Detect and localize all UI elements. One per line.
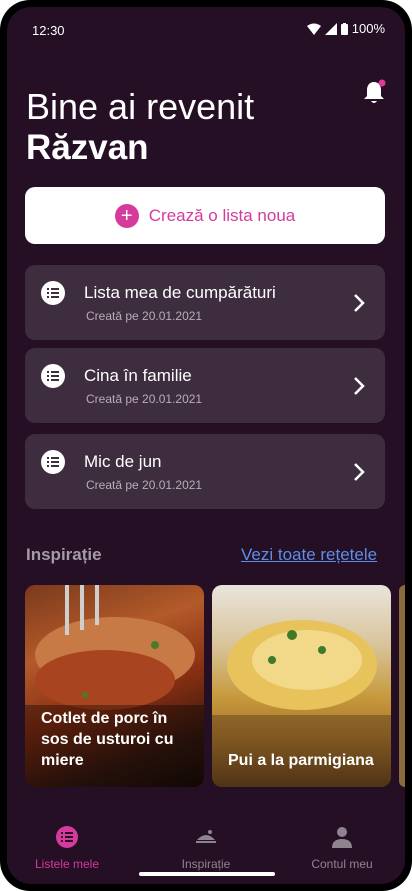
- recipe-title: Pui a la parmigiana: [228, 752, 374, 769]
- list-date: Creată pe 20.01.2021: [86, 392, 203, 406]
- recipe-card[interactable]: Cotlet de porc în sos de usturoi cu mier…: [25, 585, 204, 787]
- signal-icon: [324, 22, 337, 35]
- chevron-right-icon: [354, 294, 365, 312]
- nav-label: Listele mele: [34, 857, 100, 871]
- recipe-title: Cotlet de porc în sos de usturoi cu mier…: [41, 710, 174, 769]
- status-bar: 12:30 100%: [7, 7, 405, 47]
- list-title: Cina în familie: [84, 366, 192, 385]
- list-icon: [41, 450, 65, 474]
- create-list-button[interactable]: + Crează o lista noua: [25, 187, 385, 244]
- nav-item-my-lists[interactable]: Listele mele: [7, 826, 127, 871]
- app-screen: 12:30 100% Bine ai revenit Răzvan + Crea…: [7, 7, 405, 884]
- home-indicator[interactable]: [139, 872, 275, 876]
- list-card[interactable]: Mic de jun Creată pe 20.01.2021: [25, 434, 385, 509]
- status-icons: 100%: [306, 21, 385, 36]
- list-icon: [41, 364, 65, 388]
- nav-label: Inspirație: [181, 857, 231, 871]
- see-all-recipes-link[interactable]: Vezi toate rețetele: [241, 545, 377, 565]
- status-time: 12:30: [32, 23, 65, 38]
- list-card[interactable]: Lista mea de cumpărături Creată pe 20.01…: [25, 265, 385, 340]
- battery-percent: 100%: [351, 21, 385, 36]
- recipe-card-peek: [399, 585, 405, 787]
- user-name: Răzvan: [26, 128, 149, 167]
- nav-item-my-account[interactable]: Contul meu: [282, 826, 402, 871]
- inspiration-heading: Inspirație: [26, 545, 102, 564]
- chevron-right-icon: [354, 377, 365, 395]
- recipe-card[interactable]: Pui a la parmigiana: [212, 585, 391, 787]
- list-title: Mic de jun: [84, 452, 162, 471]
- wifi-icon: [306, 23, 321, 35]
- list-icon: [56, 826, 78, 848]
- list-title: Lista mea de cumpărături: [84, 283, 276, 302]
- food-icon: [196, 830, 216, 843]
- create-list-label: Crează o lista noua: [148, 205, 296, 225]
- chevron-right-icon: [354, 463, 365, 481]
- list-card[interactable]: Cina în familie Creată pe 20.01.2021: [25, 348, 385, 423]
- greeting-text: Bine ai revenit: [26, 86, 255, 127]
- list-date: Creată pe 20.01.2021: [86, 309, 203, 323]
- phone-frame: 12:30 100% Bine ai revenit Răzvan + Crea…: [0, 0, 412, 891]
- list-icon: [41, 281, 65, 305]
- user-icon: [332, 827, 352, 848]
- bottom-navigation: Listele mele Inspirație Contul meu: [7, 804, 405, 884]
- nav-label: Contul meu: [311, 857, 373, 871]
- plus-icon: +: [114, 203, 139, 228]
- nav-item-inspiration[interactable]: Inspirație: [146, 826, 266, 871]
- notification-bell-icon[interactable]: [362, 79, 386, 105]
- list-date: Creată pe 20.01.2021: [86, 478, 203, 492]
- battery-icon: [340, 22, 348, 35]
